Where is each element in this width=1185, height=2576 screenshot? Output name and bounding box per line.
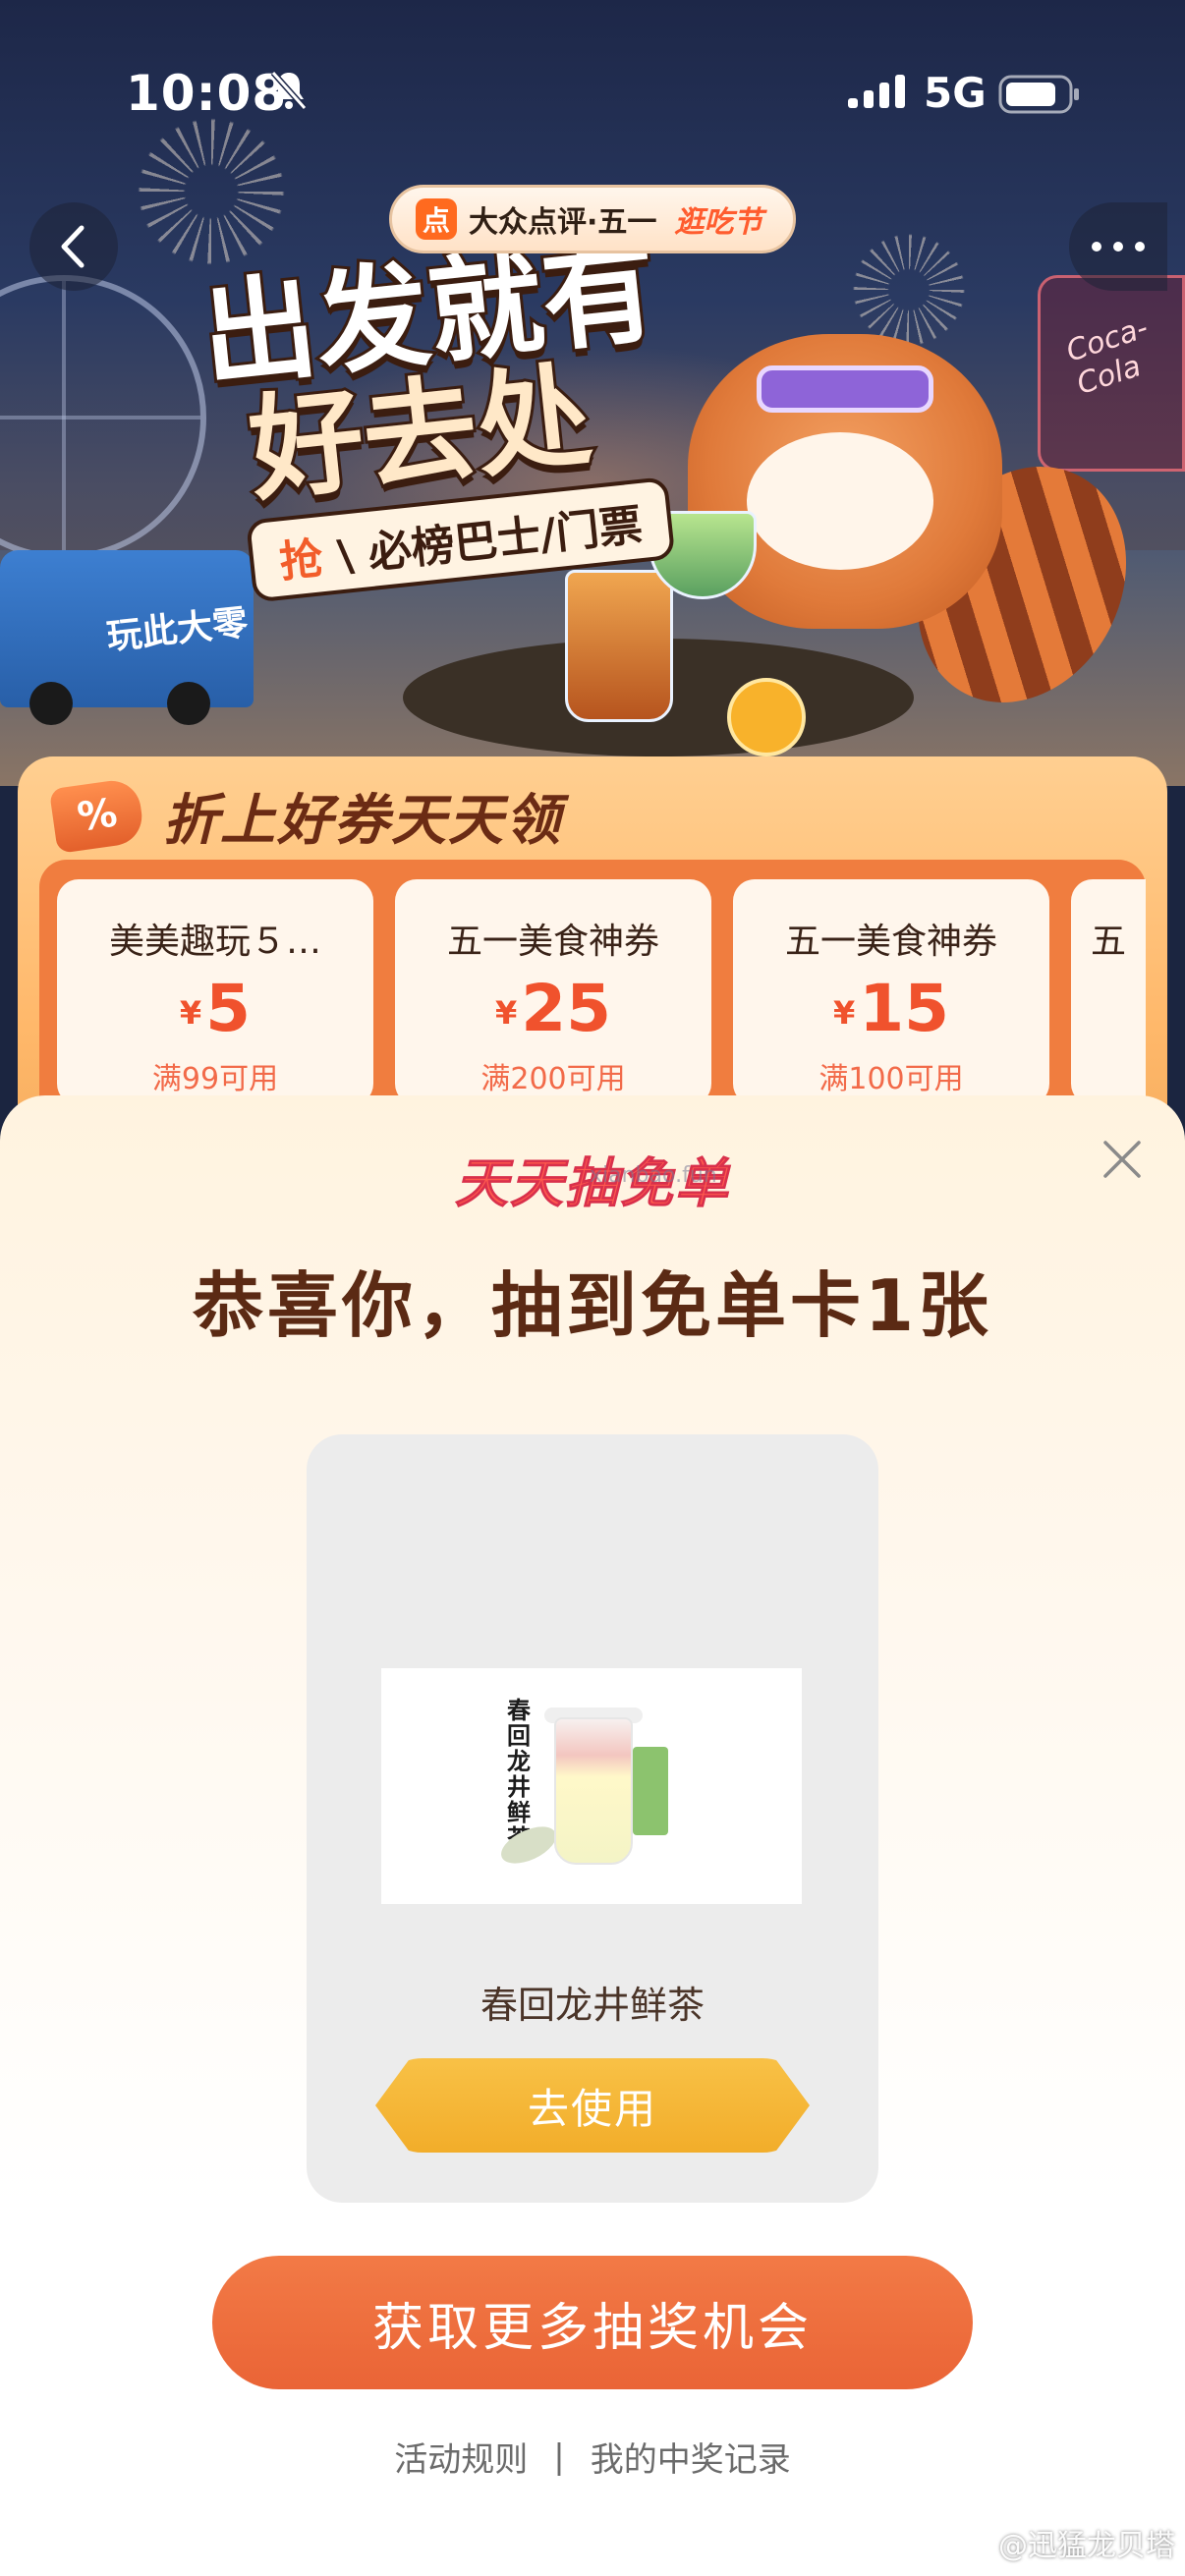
footer-separator: |: [553, 2436, 565, 2477]
weibo-watermark: @迅猛龙贝塔: [951, 2521, 1175, 2564]
coupon-card[interactable]: 五: [1071, 879, 1146, 1105]
use-prize-button[interactable]: 去使用: [375, 2058, 810, 2153]
brand-pill: 点 大众点评·五一 逛吃节: [389, 185, 796, 253]
coupon-header: % 折上好券天天领: [48, 777, 562, 854]
coupon-amount: ¥5: [179, 971, 252, 1046]
prize-image: 春回龙井鲜茶: [381, 1668, 802, 1904]
weibo-username: @迅猛龙贝塔: [998, 2529, 1175, 2563]
close-icon: [1103, 1141, 1141, 1178]
clock: 10:08: [126, 65, 288, 122]
signal-icon: [848, 75, 905, 108]
coupon-amount: ¥25: [494, 971, 612, 1046]
coupon-condition: 满100可用: [818, 1061, 964, 1096]
coupon-name: 五一美食神券: [446, 922, 659, 962]
weibo-icon: [951, 2528, 988, 2559]
more-dots-icon: [1092, 242, 1145, 252]
battery-icon: [998, 75, 1079, 114]
coupon-card[interactable]: 美美趣玩５… ¥5 满99可用: [57, 879, 373, 1105]
coupon-name: 五一美食神券: [784, 922, 997, 962]
dianping-logo-icon: 点: [416, 198, 457, 240]
close-button[interactable]: [1095, 1132, 1150, 1187]
congrats-title: 恭喜你，抽到免单卡1张: [192, 1264, 993, 1347]
iced-tea-glass: [565, 570, 673, 722]
more-button[interactable]: [1069, 202, 1167, 291]
chevron-left-icon: [61, 225, 85, 268]
ferris-wheel-illustration: [0, 275, 206, 560]
tea-cup-icon: [554, 1717, 633, 1865]
brand-badge: 逛吃节: [674, 205, 763, 240]
coupon-list: 美美趣玩５… ¥5 满99可用 五一美食神券 ¥25 满200可用 五一美食神券…: [57, 879, 1146, 1105]
coupon-card[interactable]: 五一美食神券 ¥15 满100可用: [733, 879, 1049, 1105]
status-bar: 10:08 5G: [0, 0, 1185, 147]
sunglasses-decoration: [757, 365, 933, 413]
footer-links: 活动规则 | 我的中奖记录: [0, 2433, 1185, 2481]
watermark-url: xianbao.fun: [590, 1163, 717, 1188]
coupon-condition: 满200可用: [480, 1061, 626, 1096]
bell-muted-icon: [270, 71, 308, 110]
coupon-card[interactable]: 五一美食神券 ¥25 满200可用: [395, 879, 711, 1105]
coupon-amount: ¥15: [832, 971, 950, 1046]
coupon-name: 五: [1091, 922, 1127, 962]
coupon-name: 美美趣玩５…: [108, 922, 321, 962]
brand-text: 大众点评·五一: [469, 205, 657, 240]
red-panda-face: [747, 432, 933, 570]
prize-records-link[interactable]: 我的中奖记录: [591, 2433, 791, 2481]
percent-ticket-icon: %: [48, 777, 146, 854]
prize-name: 春回龙井鲜茶: [480, 1984, 705, 2027]
rules-link[interactable]: 活动规则: [394, 2433, 528, 2481]
neon-sign: Coca-Cola: [1038, 275, 1185, 472]
hero-title: 出发就有 好去处: [193, 222, 666, 521]
back-button[interactable]: [29, 202, 118, 291]
coupon-condition: 满99可用: [151, 1061, 279, 1096]
network-label: 5G: [924, 69, 987, 117]
product-tag: [633, 1747, 668, 1835]
coupon-section-title: 折上好券天天领: [163, 788, 562, 853]
more-chances-button[interactable]: 获取更多抽奖机会: [212, 2256, 973, 2389]
lemon-slice: [727, 678, 806, 756]
